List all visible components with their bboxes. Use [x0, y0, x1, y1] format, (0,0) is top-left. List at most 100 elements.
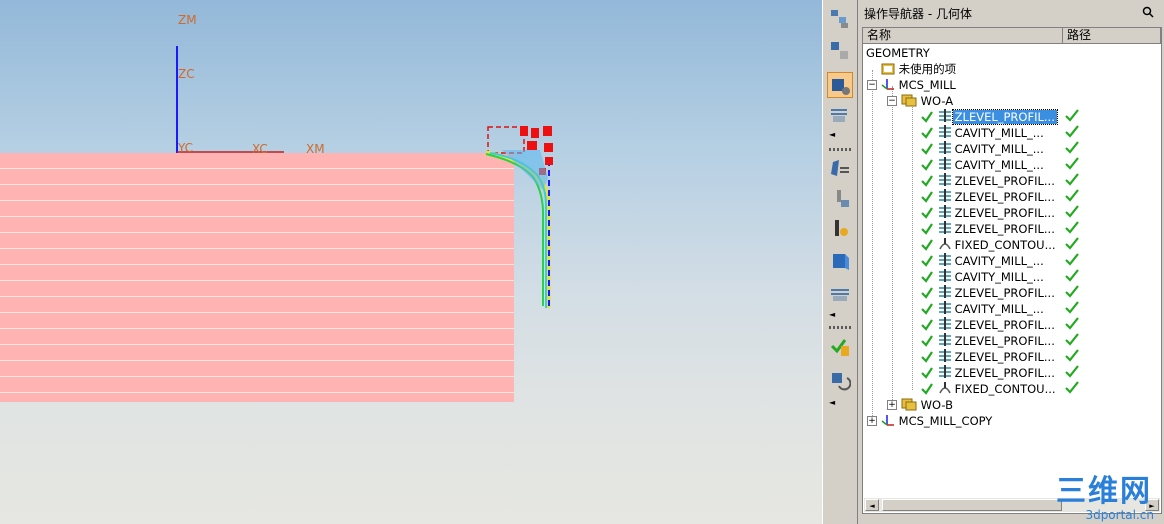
column-header-name[interactable]: 名称: [863, 28, 1063, 44]
operation-name: CAVITY_MILL_...: [954, 270, 1044, 284]
coordinate-system-icon: [881, 79, 894, 90]
operation-row[interactable]: CAVITY_MILL_...: [921, 301, 1079, 317]
machine-tool-navigator-icon[interactable]: [827, 102, 853, 128]
zc-axis-label: ZC: [178, 67, 195, 81]
zlevel-profile-op-icon: [938, 205, 951, 218]
tree-item-wo-b[interactable]: + WO-B: [887, 397, 953, 413]
operation-row[interactable]: CAVITY_MILL_...: [921, 141, 1079, 157]
create-operation-icon[interactable]: [827, 280, 853, 306]
create-geometry-icon[interactable]: [827, 216, 853, 242]
path-status-icon: [1065, 141, 1079, 157]
operation-navigator-panel: 操作导航器 - 几何体 名称 路径 GEOMETRY 未使用的项 − MCS_M…: [858, 0, 1164, 524]
zlevel-profile-op-icon: [938, 285, 951, 298]
coordinate-system-icon: [881, 415, 894, 426]
operation-row[interactable]: CAVITY_MILL_...: [921, 253, 1079, 269]
navigator-title: 操作导航器 - 几何体: [864, 7, 972, 21]
status-check-icon: [921, 351, 933, 363]
status-check-icon: [921, 367, 933, 379]
collapse-arrow-icon[interactable]: ◄: [829, 130, 835, 139]
path-status-icon: [1065, 285, 1079, 301]
operation-name: FIXED_CONTOU...: [954, 382, 1056, 396]
cavity-mill-op-icon: [938, 253, 951, 266]
status-check-icon: [921, 175, 933, 187]
operation-name: ZLEVEL_PROFIL...: [954, 206, 1055, 220]
operation-row[interactable]: ZLEVEL_PROFIL...: [921, 221, 1079, 237]
operation-row[interactable]: ZLEVEL_PROFIL...: [921, 189, 1079, 205]
expand-toggle-icon[interactable]: +: [887, 400, 897, 410]
tree-connector: [892, 86, 893, 406]
operation-name: ZLEVEL_PROFIL...: [954, 286, 1055, 300]
path-status-icon: [1065, 237, 1079, 253]
operation-tree[interactable]: 名称 路径 GEOMETRY 未使用的项 − MCS_MILL − WO-A Z…: [862, 27, 1162, 514]
path-status-icon: [1065, 125, 1079, 141]
operation-row[interactable]: ZLEVEL_PROFIL...: [921, 333, 1079, 349]
collapse-toggle-icon[interactable]: −: [887, 96, 897, 106]
status-check-icon: [921, 287, 933, 299]
operation-row[interactable]: ZLEVEL_PROFIL...: [921, 349, 1079, 365]
column-header-path[interactable]: 路径: [1063, 28, 1161, 44]
status-check-icon: [921, 127, 933, 139]
verify-toolpath-icon[interactable]: [827, 368, 853, 394]
status-check-icon: [921, 239, 933, 251]
status-check-icon: [921, 383, 933, 395]
graphics-viewport[interactable]: ZM ZC YC XC XM: [0, 0, 822, 524]
tree-item-wo-a[interactable]: − WO-A: [887, 93, 953, 109]
create-program-icon[interactable]: [827, 156, 853, 182]
status-check-icon: [921, 159, 933, 171]
zlevel-profile-op-icon: [938, 333, 951, 346]
viewport-graphics: [176, 46, 553, 308]
zlevel-profile-op-icon: [938, 189, 951, 202]
operation-name: CAVITY_MILL_...: [954, 302, 1044, 316]
path-status-icon: [1065, 333, 1079, 349]
operation-name: ZLEVEL_PROFIL...: [954, 350, 1055, 364]
fixed-contour-op-icon: [938, 238, 951, 250]
operation-name: CAVITY_MILL_...: [954, 254, 1044, 268]
operation-row[interactable]: ZLEVEL_PROFIL...: [921, 285, 1079, 301]
tree-connector: [872, 70, 873, 422]
operation-name: CAVITY_MILL_...: [954, 158, 1044, 172]
toolbar-grip[interactable]: [829, 148, 853, 151]
operation-row[interactable]: CAVITY_MILL_...: [921, 125, 1079, 141]
path-status-icon: [1065, 109, 1079, 125]
operation-row[interactable]: ZLEVEL_PROFIL...: [921, 173, 1079, 189]
scroll-left-icon[interactable]: ◄: [865, 499, 879, 511]
expand-toggle-icon[interactable]: +: [867, 416, 877, 426]
operation-name: ZLEVEL_PROFIL...: [954, 334, 1055, 348]
tree-item-unused[interactable]: 未使用的项: [881, 61, 956, 77]
operation-navigator-icon[interactable]: [827, 72, 853, 98]
operation-row[interactable]: FIXED_CONTOU...: [921, 237, 1079, 253]
fixed-contour-op-icon: [938, 382, 951, 394]
assembly-navigator-icon[interactable]: [827, 6, 853, 32]
collapse-arrow-icon[interactable]: ◄: [829, 398, 835, 407]
status-check-icon: [921, 207, 933, 219]
tree-item-geometry[interactable]: GEOMETRY: [866, 45, 930, 61]
operation-row[interactable]: CAVITY_MILL_...: [921, 157, 1079, 173]
path-status-icon: [1065, 301, 1079, 317]
status-check-icon: [921, 319, 933, 331]
operation-row[interactable]: ZLEVEL_PROFIL...: [921, 365, 1079, 381]
cavity-mill-op-icon: [938, 157, 951, 170]
scrollbar-thumb[interactable]: [882, 499, 1062, 511]
zlevel-profile-op-icon: [938, 365, 951, 378]
status-check-icon: [921, 271, 933, 283]
operation-row[interactable]: FIXED_CONTOU...: [921, 381, 1079, 397]
toolbar-grip[interactable]: [829, 326, 853, 329]
operation-name: ZLEVEL_PROFIL...: [951, 109, 1058, 125]
create-tool-icon[interactable]: [827, 186, 853, 212]
generate-toolpath-icon[interactable]: [827, 334, 853, 360]
collapse-toggle-icon[interactable]: −: [867, 80, 877, 90]
tree-item-mcs-mill-copy[interactable]: + MCS_MILL_COPY: [867, 413, 992, 429]
resource-bar: ◄ ◄ ◄: [822, 0, 858, 524]
operation-row[interactable]: ZLEVEL_PROFIL...: [921, 317, 1079, 333]
zm-axis-label: ZM: [178, 13, 197, 27]
create-method-icon[interactable]: [827, 248, 853, 274]
cavity-mill-op-icon: [938, 301, 951, 314]
part-navigator-icon[interactable]: [827, 38, 853, 64]
pin-icon[interactable]: [1142, 6, 1154, 18]
operation-row[interactable]: CAVITY_MILL_...: [921, 269, 1079, 285]
tree-item-mcs-mill[interactable]: − MCS_MILL: [867, 77, 956, 93]
operation-row[interactable]: ZLEVEL_PROFIL...: [921, 205, 1079, 221]
path-status-icon: [1065, 173, 1079, 189]
operation-row[interactable]: ZLEVEL_PROFIL...: [921, 109, 1079, 125]
collapse-arrow-icon[interactable]: ◄: [829, 310, 835, 319]
